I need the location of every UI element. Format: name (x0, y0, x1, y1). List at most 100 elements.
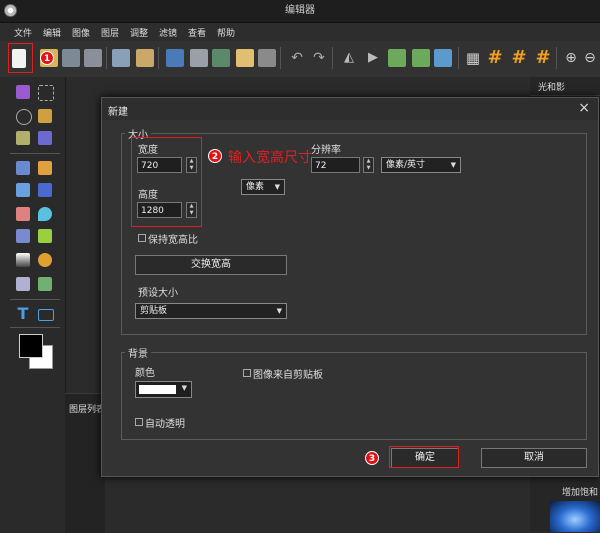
dialog-title: 新建 (108, 107, 128, 118)
dialog-close-icon[interactable]: × (578, 100, 590, 116)
paste-icon[interactable] (236, 49, 254, 67)
annotation-badge-1: 1 (40, 51, 54, 65)
polygon-select-icon[interactable] (16, 131, 30, 145)
color-picker[interactable]: ▼ (135, 381, 192, 398)
grid-orange-3-icon[interactable]: # (534, 49, 552, 67)
email-icon[interactable] (136, 49, 154, 67)
title-bar: 编辑器 (0, 0, 600, 23)
text-tool-icon[interactable]: T (16, 306, 30, 322)
divider (530, 95, 600, 96)
rect-select-icon[interactable] (38, 85, 54, 101)
menu-filter[interactable]: 滤镜 (159, 26, 177, 39)
grid-icon[interactable]: ▦ (464, 49, 482, 67)
menu-edit[interactable]: 编辑 (43, 26, 61, 39)
menu-layer[interactable]: 图层 (101, 26, 119, 39)
effect-caption: 增加饱和 (562, 488, 599, 498)
layers-panel-title: 图层列表 (69, 405, 105, 415)
unit-value: 像素 (246, 182, 265, 192)
heal-icon[interactable] (38, 229, 52, 243)
flip-horizontal-icon[interactable]: ◭ (340, 49, 358, 67)
preset-size-value: 剪贴板 (140, 306, 168, 316)
effect-thumbnail[interactable] (550, 501, 600, 532)
spin-down-icon[interactable]: ▼ (364, 165, 373, 172)
preset-size-select[interactable]: 剪贴板 ▼ (135, 303, 287, 319)
auto-transparent-label: 自动透明 (145, 419, 185, 430)
clone-stamp-icon[interactable] (16, 229, 30, 243)
smudge-icon[interactable] (38, 253, 52, 267)
cancel-button[interactable]: 取消 (481, 448, 587, 468)
color-label: 颜色 (135, 368, 155, 379)
menu-bar: 文件 编辑 图像 图层 调整 滤镜 查看 帮助 (0, 23, 600, 41)
save-as-icon[interactable] (84, 49, 102, 67)
layers-panel: 图层列表 (65, 393, 105, 533)
window-title: 编辑器 (285, 5, 315, 16)
spin-up-icon[interactable]: ▲ (364, 158, 373, 165)
airbrush-icon[interactable] (38, 183, 52, 197)
color-swatch (139, 385, 176, 394)
auto-transparent-checkbox[interactable] (135, 418, 143, 426)
zoom-out-icon[interactable]: ⊖ (582, 49, 598, 67)
redo-icon[interactable]: ↷ (310, 49, 328, 67)
tool-separator (10, 153, 60, 154)
foreground-color-swatch[interactable] (19, 334, 43, 358)
chevron-down-icon: ▼ (276, 307, 282, 315)
image-insert-icon[interactable] (38, 277, 52, 291)
image-from-clipboard-checkbox[interactable] (243, 369, 251, 377)
grid-orange-icon[interactable]: # (486, 49, 504, 67)
menu-help[interactable]: 帮助 (217, 26, 235, 39)
menu-file[interactable]: 文件 (14, 26, 32, 39)
chevron-down-icon: ▼ (450, 161, 456, 169)
toolbar-separator (458, 47, 459, 69)
toolbar-separator (332, 47, 333, 69)
toolbar-separator (280, 47, 281, 69)
highlight-ok-button (389, 446, 459, 468)
move-tool-icon[interactable] (16, 85, 30, 99)
menu-adjust[interactable]: 调整 (130, 26, 148, 39)
tool-separator (10, 299, 60, 300)
shape-tool-icon[interactable] (38, 309, 54, 321)
clipboard-icon[interactable] (258, 49, 276, 67)
chevron-down-icon: ▼ (274, 183, 280, 191)
highlight-new-file (8, 43, 33, 73)
magic-wand-icon[interactable] (38, 109, 52, 123)
undo-icon[interactable]: ↶ (288, 49, 306, 67)
annotation-text-2: 输入宽高尺寸 (228, 150, 312, 166)
keep-ratio-checkbox[interactable] (138, 234, 146, 242)
resolution-spinner[interactable]: ▲ ▼ (363, 157, 374, 173)
resolution-unit-select[interactable]: 像素/英寸 ▼ (381, 157, 461, 173)
flip-vertical-icon[interactable]: ▶ (364, 49, 382, 67)
annotation-badge-3: 3 (365, 451, 379, 465)
rotate-right-icon[interactable] (412, 49, 430, 67)
print-icon[interactable] (112, 49, 130, 67)
grid-orange-2-icon[interactable]: # (510, 49, 528, 67)
background-group-label: 背景 (125, 345, 151, 360)
menu-view[interactable]: 查看 (188, 26, 206, 39)
image-from-clipboard-label: 图像来自剪贴板 (253, 370, 323, 381)
layer-icon[interactable] (166, 49, 184, 67)
app-logo-icon (4, 4, 17, 17)
gradient-icon[interactable] (16, 253, 30, 267)
crop-icon[interactable] (38, 131, 52, 145)
zoom-in-icon[interactable]: ⊕ (562, 49, 580, 67)
pencil-icon[interactable] (38, 161, 52, 175)
eyedropper-icon[interactable] (16, 161, 30, 175)
cut-icon[interactable] (190, 49, 208, 67)
tool-separator (10, 327, 60, 328)
resolution-input[interactable]: 72 (311, 157, 360, 173)
swap-dimensions-button[interactable]: 交换宽高 (135, 255, 287, 275)
tools-sidebar: T (0, 77, 66, 532)
dialog-title-bar: 新建 × (102, 98, 598, 120)
copy-icon[interactable] (212, 49, 230, 67)
lasso-icon[interactable] (16, 109, 32, 125)
brush-icon[interactable] (16, 183, 30, 197)
save-icon[interactable] (62, 49, 80, 67)
eraser-icon[interactable] (16, 207, 30, 221)
water-drop-icon[interactable] (38, 207, 52, 221)
rotate-icon[interactable] (434, 49, 452, 67)
menu-image[interactable]: 图像 (72, 26, 90, 39)
unit-select[interactable]: 像素 ▼ (241, 179, 285, 195)
preset-size-label: 预设大小 (138, 288, 178, 299)
toolbar: ↶ ↷ ◭ ▶ ▦ # # # ⊕ ⊖ (0, 41, 600, 77)
paint-bucket-icon[interactable] (16, 277, 30, 291)
rotate-left-icon[interactable] (388, 49, 406, 67)
